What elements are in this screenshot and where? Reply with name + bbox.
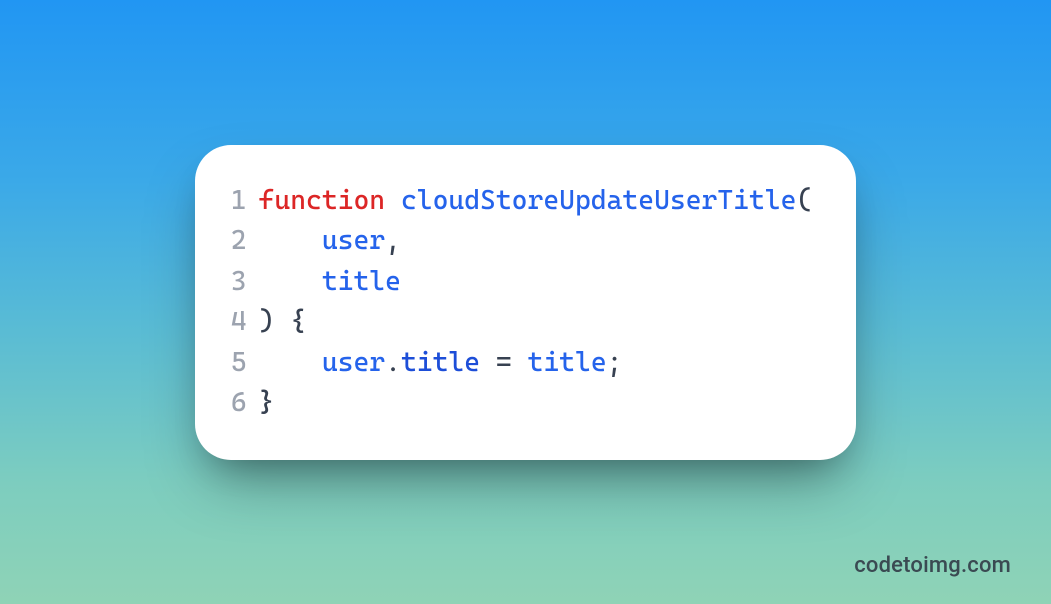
line-content: title — [259, 262, 401, 303]
code-token — [274, 306, 290, 337]
code-line: 5 user.title = title; — [231, 343, 813, 384]
line-number: 2 — [231, 221, 259, 262]
code-token: , — [385, 225, 401, 256]
code-token: . — [385, 347, 401, 378]
code-line: 1function cloudStoreUpdateUserTitle( — [231, 181, 813, 222]
line-content: } — [259, 383, 275, 424]
line-content: user, — [259, 221, 401, 262]
code-line: 6} — [231, 383, 813, 424]
line-number: 5 — [231, 343, 259, 384]
line-number: 6 — [231, 383, 259, 424]
code-token: function — [259, 185, 386, 216]
code-token: } — [259, 387, 275, 418]
code-token: user — [322, 347, 385, 378]
line-number: 4 — [231, 302, 259, 343]
code-line: 3 title — [231, 262, 813, 303]
line-content: ) { — [259, 302, 306, 343]
line-number: 1 — [231, 181, 259, 222]
code-token: title — [528, 347, 607, 378]
line-content: function cloudStoreUpdateUserTitle( — [259, 181, 813, 222]
code-token: ; — [607, 347, 623, 378]
code-token: user — [322, 225, 385, 256]
code-token: ) — [259, 306, 275, 337]
code-line: 2 user, — [231, 221, 813, 262]
line-content: user.title = title; — [259, 343, 623, 384]
code-token: { — [290, 306, 306, 337]
code-token — [512, 347, 528, 378]
code-card: 1function cloudStoreUpdateUserTitle(2 us… — [195, 145, 857, 460]
code-token: = — [496, 347, 512, 378]
branding-label: codetoimg.com — [854, 553, 1011, 578]
code-token: title — [322, 266, 401, 297]
line-number: 3 — [231, 262, 259, 303]
code-token — [259, 266, 322, 297]
code-token — [480, 347, 496, 378]
code-token: title — [401, 347, 480, 378]
code-token: ( — [796, 185, 812, 216]
code-token: cloudStoreUpdateUserTitle — [401, 185, 797, 216]
code-line: 4) { — [231, 302, 813, 343]
code-block: 1function cloudStoreUpdateUserTitle(2 us… — [231, 181, 813, 424]
code-token — [259, 225, 322, 256]
code-token — [259, 347, 322, 378]
code-token — [385, 185, 401, 216]
